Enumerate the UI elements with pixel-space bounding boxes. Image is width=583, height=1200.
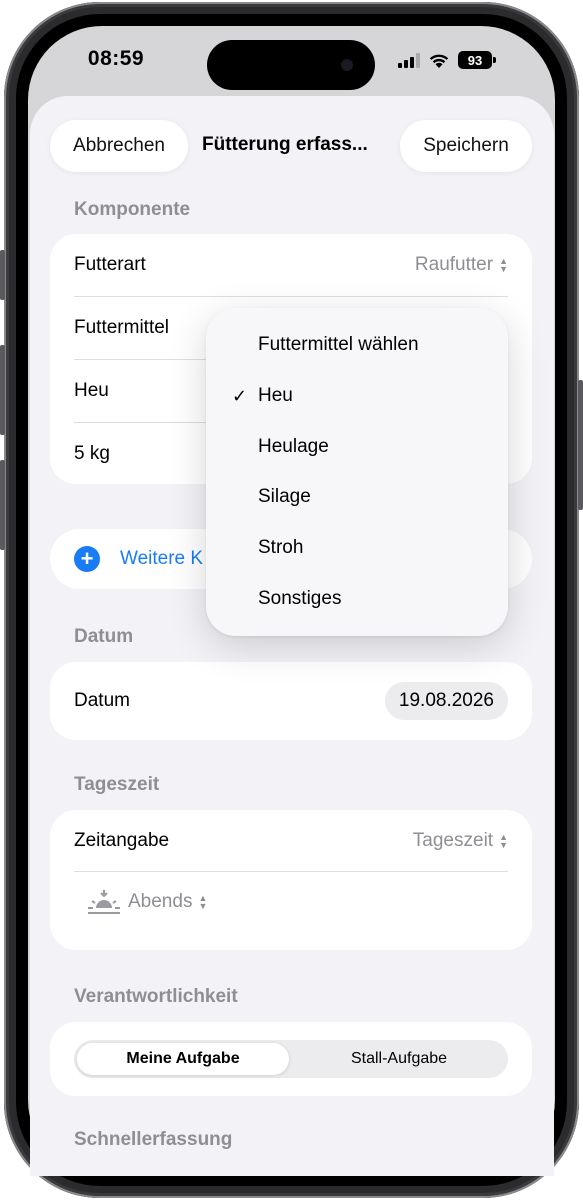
selected-feed-value: Heu [74, 380, 109, 401]
sheet-title: Fütterung erfass... [202, 134, 368, 155]
status-indicators: 93 [398, 48, 496, 72]
menu-item-label: Futtermittel wählen [258, 334, 419, 355]
futtermittel-label: Futtermittel [74, 317, 170, 338]
segment-meine-aufgabe[interactable]: Meine Aufgabe [77, 1043, 289, 1075]
chevron-up-down-icon: ▲ ▼ [499, 832, 508, 850]
responsibility-segmented-control: Meine Aufgabe Stall-Aufgabe [74, 1040, 508, 1078]
datum-card: Datum 19.08.2026 [50, 662, 532, 740]
battery-icon: 93 [458, 51, 492, 69]
futterart-label: Futterart [74, 254, 146, 275]
power-button [578, 380, 583, 510]
section-label-verantwortlichkeit: Verantwortlichkeit [74, 986, 238, 1007]
menu-item-stroh[interactable]: Stroh [206, 523, 508, 573]
battery-nub [493, 57, 496, 63]
menu-item-label: Heulage [258, 436, 329, 457]
chevron-up-down-icon: ▲ ▼ [198, 893, 208, 911]
menu-item-label: Heu [258, 385, 293, 406]
divider [74, 871, 508, 872]
futterart-row[interactable]: Futterart Raufutter ▲ ▼ [74, 234, 508, 296]
menu-item-heu[interactable]: ✓ Heu [206, 371, 508, 421]
checkmark-icon: ✓ [232, 385, 248, 406]
tageszeit-card: Zeitangabe Tageszeit ▲ ▼ Abends ▲ ▼ [50, 810, 532, 950]
sunset-icon [88, 890, 120, 914]
menu-item-label: Stroh [258, 537, 304, 558]
form-sheet: Abbrechen Fütterung erfass... Speichern … [30, 96, 554, 1176]
volume-down-button [0, 460, 5, 550]
camera-icon [341, 59, 353, 71]
section-label-datum: Datum [74, 626, 134, 647]
plus-circle-icon: + [74, 546, 100, 572]
volume-up-button [0, 345, 5, 435]
menu-item-silage[interactable]: Silage [206, 472, 508, 522]
date-picker-button[interactable]: 19.08.2026 [384, 682, 508, 720]
menu-item-placeholder[interactable]: Futtermittel wählen [206, 320, 508, 370]
futterart-picker[interactable]: Raufutter ▲ ▼ [415, 254, 508, 276]
dynamic-island [207, 40, 375, 90]
add-component-label: Weitere K [120, 548, 204, 569]
section-label-komponente: Komponente [74, 199, 191, 220]
feed-picker-menu: Futtermittel wählen ✓ Heu Heulage Silage… [206, 308, 508, 636]
save-button[interactable]: Speichern [400, 120, 532, 172]
zeitangabe-value: Tageszeit [412, 830, 494, 851]
status-time: 08:59 [87, 47, 145, 70]
section-label-schnellerfassung: Schnellerfassung [74, 1129, 233, 1150]
wifi-icon [429, 54, 449, 68]
cellular-signal-icon [398, 52, 420, 68]
datum-label: Datum [74, 690, 130, 711]
futterart-value: Raufutter [414, 254, 494, 275]
time-of-day-value: Abends [128, 891, 193, 912]
zeitangabe-picker[interactable]: Tageszeit ▲ ▼ [413, 830, 508, 852]
menu-item-heulage[interactable]: Heulage [206, 422, 508, 472]
cancel-button[interactable]: Abbrechen [50, 120, 188, 172]
menu-item-sonstiges[interactable]: Sonstiges [206, 574, 508, 624]
segment-stall-aufgabe[interactable]: Stall-Aufgabe [293, 1043, 505, 1075]
time-of-day-picker[interactable]: Abends ▲ ▼ [86, 888, 207, 916]
menu-item-label: Sonstiges [258, 588, 342, 609]
zeitangabe-row[interactable]: Zeitangabe Tageszeit ▲ ▼ [74, 810, 508, 872]
chevron-up-down-icon: ▲ ▼ [499, 256, 508, 274]
amount-value: 5 kg [74, 443, 110, 464]
section-label-tageszeit: Tageszeit [74, 774, 160, 795]
zeitangabe-label: Zeitangabe [74, 830, 170, 851]
menu-item-label: Silage [258, 486, 311, 507]
verantwortlichkeit-card: Meine Aufgabe Stall-Aufgabe [50, 1022, 532, 1096]
datum-row: Datum 19.08.2026 [74, 670, 508, 732]
action-button [0, 250, 5, 300]
